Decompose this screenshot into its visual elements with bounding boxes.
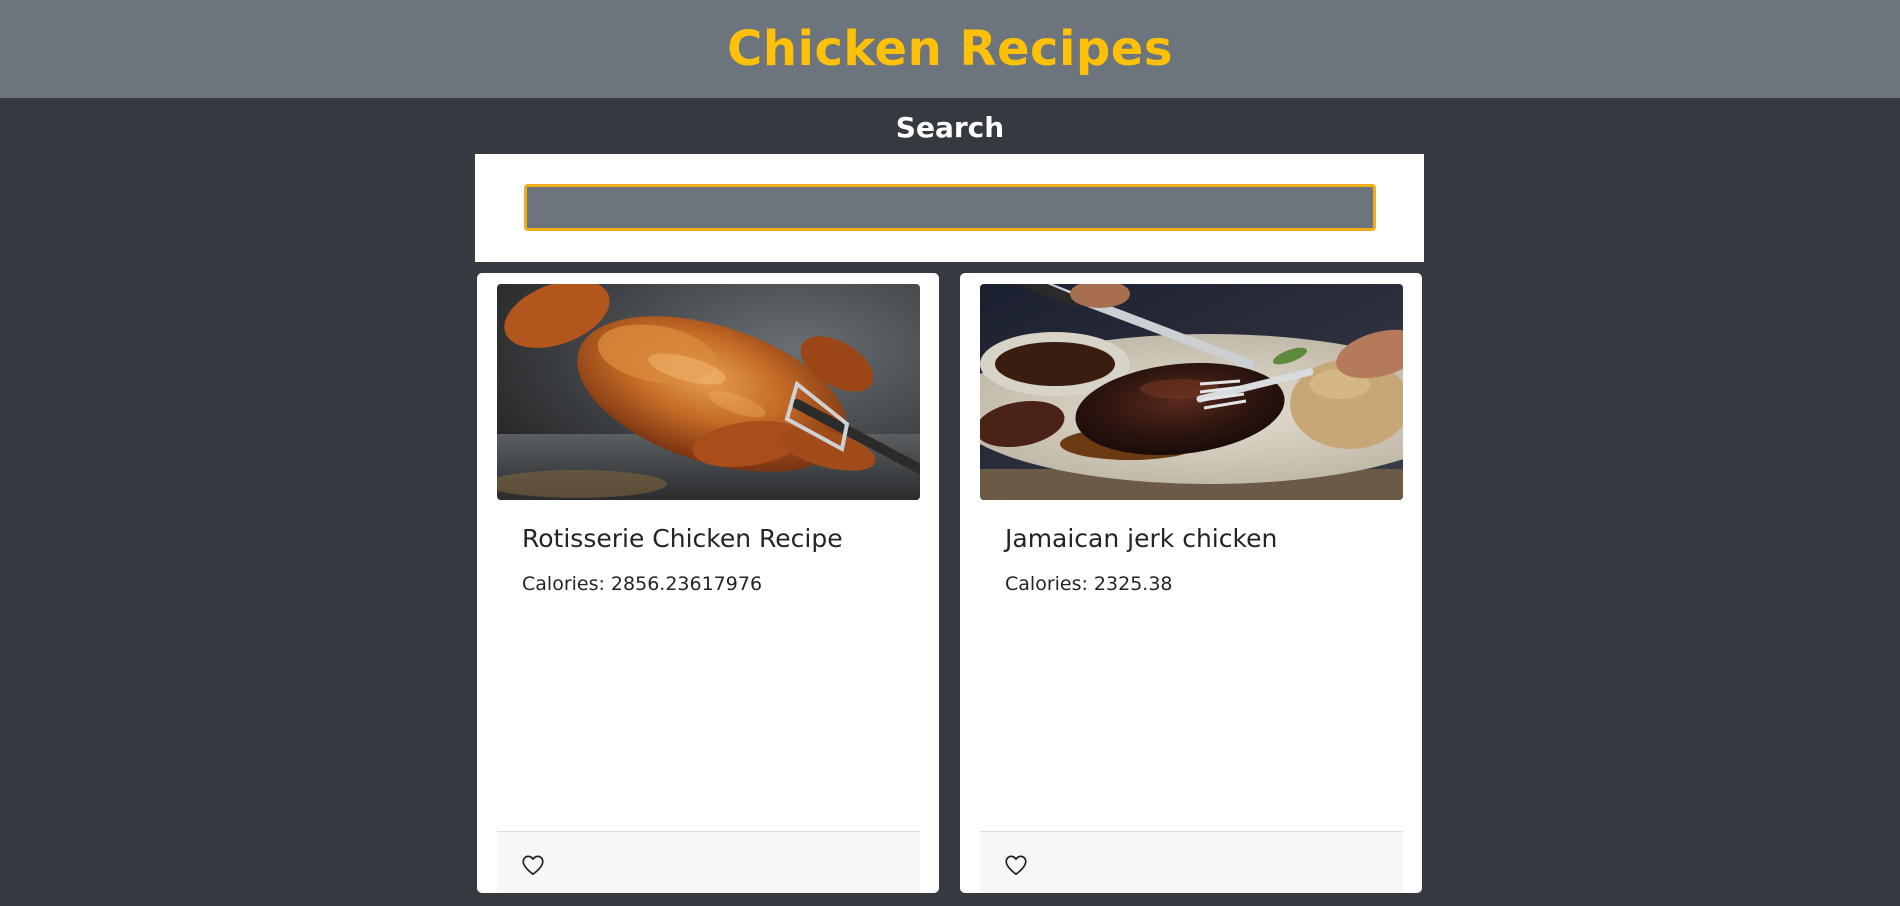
recipe-image-jerk-chicken[interactable] xyxy=(980,284,1403,500)
search-input[interactable] xyxy=(524,184,1376,231)
card-footer xyxy=(497,831,920,893)
recipe-title[interactable]: Rotisserie Chicken Recipe xyxy=(522,524,843,553)
app-title: Chicken Recipes xyxy=(727,21,1173,77)
card-footer xyxy=(980,831,1403,893)
recipe-card: Rotisserie Chicken Recipe Calories: 2856… xyxy=(477,273,939,893)
header-bar: Chicken Recipes xyxy=(0,0,1900,98)
heart-outline-icon[interactable] xyxy=(1003,852,1029,878)
recipe-calories: Calories: 2325.38 xyxy=(1005,573,1173,595)
recipe-title[interactable]: Jamaican jerk chicken xyxy=(1005,524,1277,553)
heart-outline-icon[interactable] xyxy=(520,852,546,878)
recipe-card: Jamaican jerk chicken Calories: 2325.38 xyxy=(960,273,1422,893)
search-panel xyxy=(475,154,1424,262)
recipe-calories: Calories: 2856.23617976 xyxy=(522,573,763,595)
recipe-image-rotisserie-chicken[interactable] xyxy=(497,284,920,500)
search-heading: Search xyxy=(895,111,1005,144)
